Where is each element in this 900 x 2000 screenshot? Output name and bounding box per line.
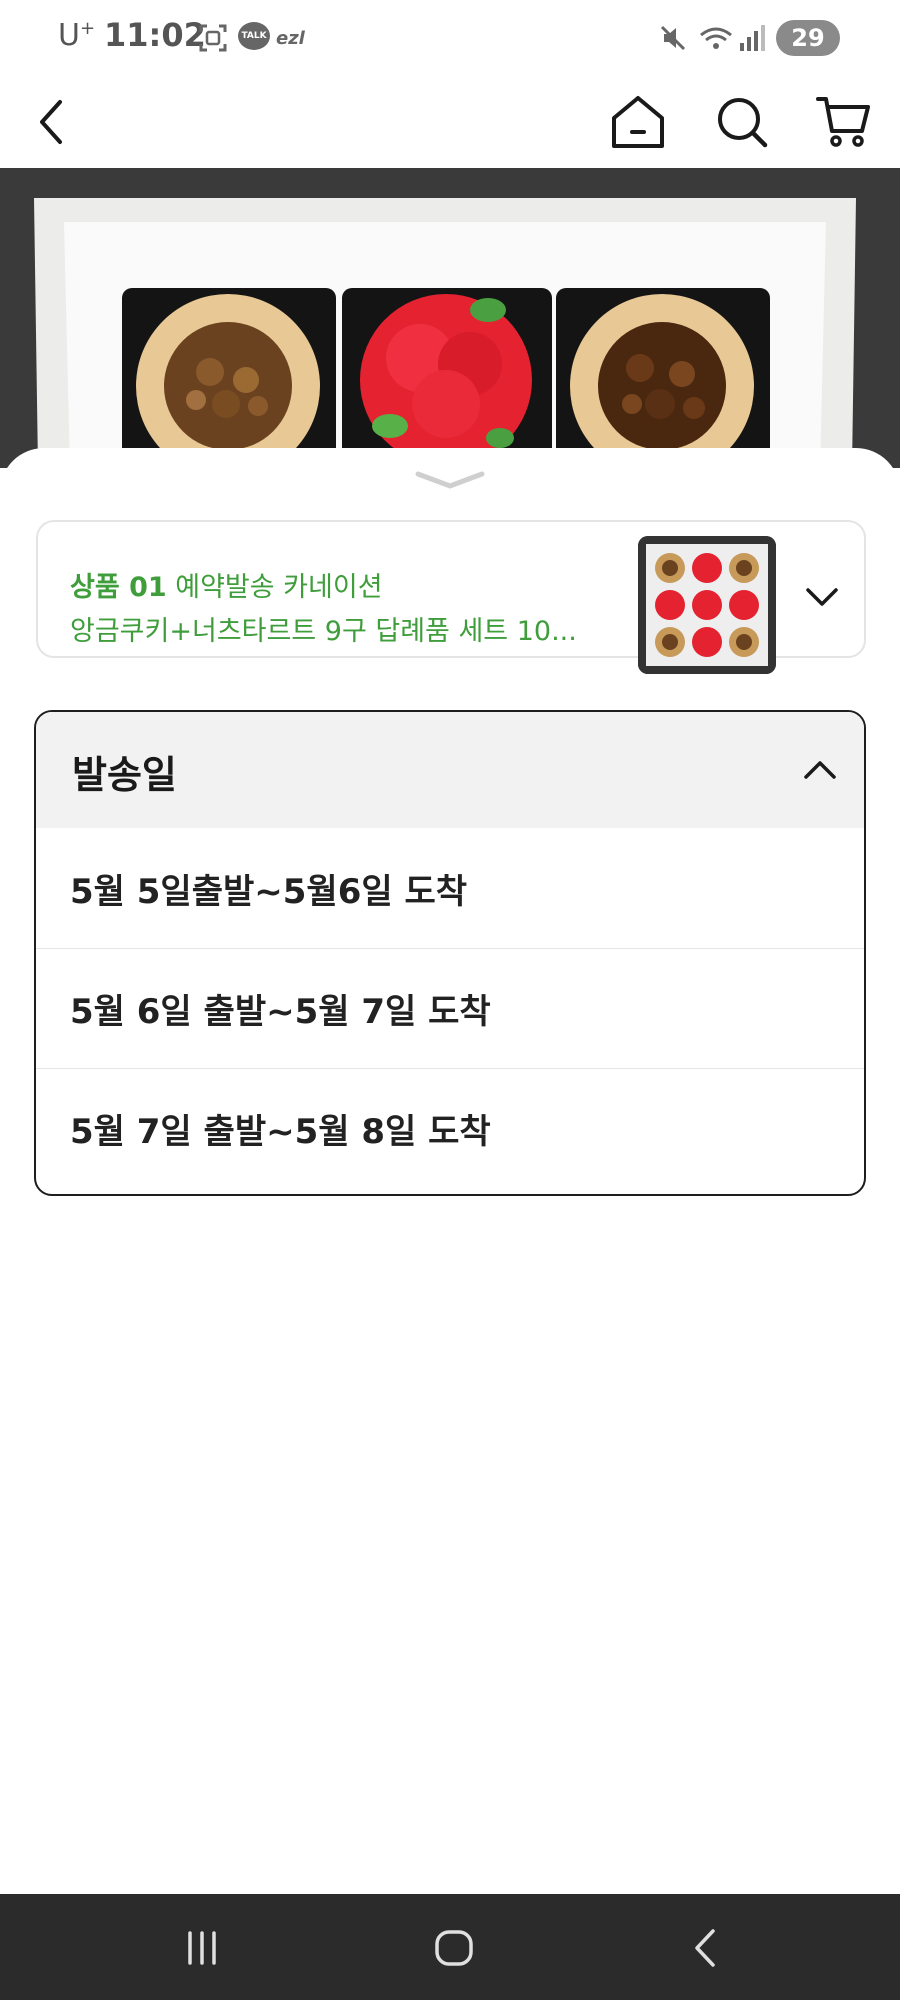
battery-icon: 29 bbox=[776, 20, 840, 56]
ship-date-option-3[interactable]: 5월 7일 출발~5월 8일 도착 bbox=[36, 1068, 864, 1188]
ship-date-dropdown-header[interactable]: 발송일 bbox=[36, 712, 864, 828]
home-icon bbox=[612, 96, 664, 148]
back-icon bbox=[40, 100, 62, 144]
home-nav-button[interactable] bbox=[424, 1920, 484, 1976]
sheet-handle[interactable] bbox=[414, 468, 486, 492]
search-button[interactable] bbox=[706, 86, 778, 158]
search-icon bbox=[718, 98, 768, 148]
recents-button[interactable] bbox=[172, 1920, 232, 1976]
chevron-up-icon bbox=[800, 750, 840, 790]
product-label: 상품 01 bbox=[70, 572, 167, 603]
wifi-icon bbox=[698, 22, 734, 54]
product-expand-button[interactable] bbox=[802, 576, 842, 616]
carrier-label: U+ bbox=[58, 18, 96, 53]
status-bar: U+ 11:02 TALK ezl 29 bbox=[0, 0, 900, 76]
ship-date-option-2[interactable]: 5월 6일 출발~5월 7일 도착 bbox=[36, 948, 864, 1068]
cart-icon bbox=[816, 97, 870, 147]
chevron-down-icon bbox=[415, 471, 485, 489]
talk-icon: TALK bbox=[238, 22, 270, 50]
selected-product-card[interactable]: 상품 01 예약발송 카네이션 앙금쿠키+너츠타르트 9구 답례품 세트 10.… bbox=[36, 520, 866, 674]
screenshot-icon bbox=[198, 22, 228, 54]
ship-date-option-1[interactable]: 5월 5일출발~5월6일 도착 bbox=[36, 828, 864, 948]
back-nav-button[interactable] bbox=[676, 1920, 736, 1976]
product-name-line1: 예약발송 카네이션 bbox=[166, 572, 383, 603]
status-time: 11:02 bbox=[104, 16, 206, 54]
option-bottom-sheet: 상품 01 예약발송 카네이션 앙금쿠키+너츠타르트 9구 답례품 세트 10.… bbox=[0, 448, 900, 1894]
mute-icon bbox=[658, 22, 688, 54]
back-nav-icon bbox=[695, 1929, 715, 1967]
ezl-icon: ezl bbox=[276, 27, 305, 49]
home-button[interactable] bbox=[602, 86, 674, 158]
product-title: 상품 01 예약발송 카네이션 앙금쿠키+너츠타르트 9구 답례품 세트 10.… bbox=[70, 566, 630, 654]
top-nav-bar bbox=[0, 76, 900, 168]
back-button[interactable] bbox=[16, 86, 88, 158]
product-hero-image bbox=[0, 168, 900, 468]
ship-date-dropdown: 발송일 5월 5일출발~5월6일 도착 5월 6일 출발~5월 7일 도착 5월… bbox=[34, 710, 866, 1196]
product-thumbnail bbox=[638, 536, 776, 674]
signal-icon bbox=[738, 22, 766, 54]
android-nav-bar bbox=[0, 1894, 900, 2000]
ship-date-title: 발송일 bbox=[72, 753, 177, 797]
cart-button[interactable] bbox=[808, 86, 880, 158]
home-nav-icon bbox=[435, 1930, 473, 1966]
chevron-down-icon bbox=[806, 588, 838, 606]
product-name-line2: 앙금쿠키+너츠타르트 9구 답례품 세트 10... bbox=[70, 616, 577, 647]
recents-icon bbox=[188, 1931, 216, 1965]
